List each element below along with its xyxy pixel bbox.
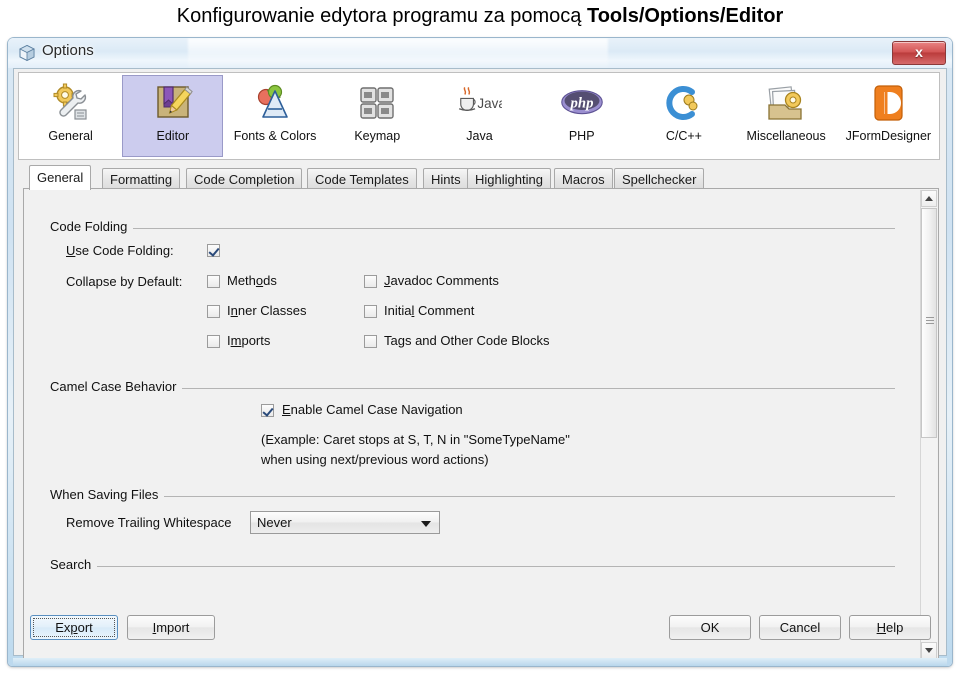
keyboard-keys-icon — [354, 82, 400, 126]
tab-spellchecker[interactable]: Spellchecker — [614, 168, 705, 189]
group-title: When Saving Files — [50, 487, 165, 502]
remove-trailing-whitespace-label: Remove Trailing Whitespace — [66, 515, 232, 530]
tab-hints[interactable]: Hints — [423, 168, 469, 189]
use-code-folding-label: Use Code Folding: — [66, 243, 174, 258]
window-bottom-edge — [13, 658, 947, 666]
close-button[interactable]: x — [892, 41, 946, 65]
notebook-pencil-icon — [150, 82, 196, 126]
collapse-methods-checkbox[interactable] — [207, 275, 220, 288]
svg-text:php: php — [568, 96, 593, 112]
category-label: Keymap — [354, 129, 401, 143]
help-button[interactable]: Help — [849, 615, 931, 640]
enable-camel-case-navigation-label: Enable Camel Case Navigation — [282, 402, 463, 417]
scrollbar-grip-icon — [926, 317, 934, 324]
category-label: Fonts & Colors — [233, 129, 317, 143]
category-fonts-colors[interactable]: Fonts & Colors — [224, 75, 325, 157]
collapse-javadoc-comments-label: Javadoc Comments — [384, 273, 499, 288]
category-java[interactable]: Java Java — [429, 75, 530, 157]
category-php[interactable]: php PHP — [531, 75, 632, 157]
group-title: Search — [50, 557, 98, 572]
category-general[interactable]: General — [20, 75, 121, 157]
tab-code-completion[interactable]: Code Completion — [186, 168, 303, 189]
collapse-tags-other-blocks-checkbox[interactable] — [364, 335, 377, 348]
svg-text:Java: Java — [478, 96, 503, 111]
gear-wrench-icon — [48, 82, 94, 126]
tab-formatting[interactable]: Formatting — [102, 168, 181, 189]
category-label: PHP — [568, 129, 595, 143]
page-title-bold: Tools/Options/Editor — [586, 5, 784, 27]
collapse-inner-classes-label: Inner Classes — [227, 303, 307, 318]
settings-tabstrip: General Formatting Code Completion Code … — [23, 165, 939, 190]
select-value: Never — [257, 515, 292, 530]
font-palette-icon — [252, 82, 298, 126]
vertical-scrollbar[interactable] — [920, 190, 937, 658]
page-title: Konfigurowanie edytora programu za pomoc… — [0, 0, 960, 34]
enable-camel-case-navigation-checkbox[interactable] — [261, 404, 274, 417]
collapse-tags-other-blocks-label: Tags and Other Code Blocks — [384, 333, 550, 348]
php-logo-icon: php — [559, 82, 605, 126]
folder-gear-icon — [763, 82, 809, 126]
scroll-down-button[interactable] — [921, 642, 937, 658]
use-code-folding-checkbox[interactable] — [207, 244, 220, 257]
category-jformdesigner[interactable]: JFormDesigner — [838, 75, 939, 157]
collapse-inner-classes-checkbox[interactable] — [207, 305, 220, 318]
collapse-javadoc-comments-checkbox[interactable] — [364, 275, 377, 288]
collapse-methods-label: Methods — [227, 273, 277, 288]
import-button[interactable]: Import — [127, 615, 215, 640]
page-title-plain: Konfigurowanie edytora programu za pomoc… — [176, 5, 587, 27]
category-label: JFormDesigner — [845, 129, 932, 143]
window-title: Options — [42, 42, 94, 59]
category-label: Java — [466, 129, 493, 143]
collapse-imports-label: Imports — [227, 333, 271, 348]
tab-highlighting[interactable]: Highlighting — [467, 168, 551, 189]
scroll-down-arrow-icon — [925, 648, 933, 653]
tab-macros[interactable]: Macros — [554, 168, 613, 189]
collapse-initial-comment-checkbox[interactable] — [364, 305, 377, 318]
dialog-client-area: General Editor Fonts & Colors Keymap Jav… — [13, 68, 947, 659]
java-cup-icon: Java — [456, 82, 502, 126]
group-divider — [50, 228, 895, 229]
category-keymap[interactable]: Keymap — [327, 75, 428, 157]
group-divider — [50, 566, 895, 567]
category-editor[interactable]: Editor — [122, 75, 224, 157]
group-title: Camel Case Behavior — [50, 379, 183, 394]
options-window: Options x General Editor Fonts & Colors … — [8, 38, 952, 666]
remove-trailing-whitespace-select[interactable]: Never — [250, 511, 440, 534]
group-divider — [50, 496, 895, 497]
tab-code-templates[interactable]: Code Templates — [307, 168, 417, 189]
collapse-by-default-label: Collapse by Default: — [66, 274, 183, 289]
scrollbar-thumb[interactable] — [921, 208, 937, 438]
ok-button[interactable]: OK — [669, 615, 751, 640]
cube-icon — [19, 44, 35, 62]
category-label: General — [48, 129, 93, 143]
c-plus-plus-icon — [661, 82, 707, 126]
camel-case-example-line1: (Example: Caret stops at S, T, N in "Som… — [261, 432, 570, 447]
window-titlebar: Options x — [8, 38, 952, 68]
category-label: C/C++ — [665, 129, 702, 143]
category-label: Editor — [156, 129, 190, 143]
settings-panel: Code Folding Use Code Folding: Collapse … — [24, 189, 921, 658]
tab-general[interactable]: General — [29, 165, 92, 190]
category-toolbar: General Editor Fonts & Colors Keymap Jav… — [18, 72, 940, 160]
category-label: Miscellaneous — [746, 129, 826, 143]
export-button[interactable]: Export — [30, 615, 118, 640]
jformdesigner-icon — [865, 82, 911, 126]
category-c-cpp[interactable]: C/C++ — [633, 75, 734, 157]
camel-case-example-line2: when using next/previous word actions) — [261, 452, 489, 467]
collapse-initial-comment-label: Initial Comment — [384, 303, 475, 318]
chevron-down-icon — [421, 521, 431, 527]
cancel-button[interactable]: Cancel — [759, 615, 841, 640]
category-miscellaneous[interactable]: Miscellaneous — [736, 75, 837, 157]
titlebar-sheen — [188, 38, 608, 68]
scroll-up-arrow-icon — [925, 196, 933, 201]
scroll-up-button[interactable] — [921, 190, 937, 207]
settings-scroll-viewport: Code Folding Use Code Folding: Collapse … — [23, 188, 939, 659]
collapse-imports-checkbox[interactable] — [207, 335, 220, 348]
close-icon: x — [915, 44, 923, 60]
group-title: Code Folding — [50, 219, 134, 234]
